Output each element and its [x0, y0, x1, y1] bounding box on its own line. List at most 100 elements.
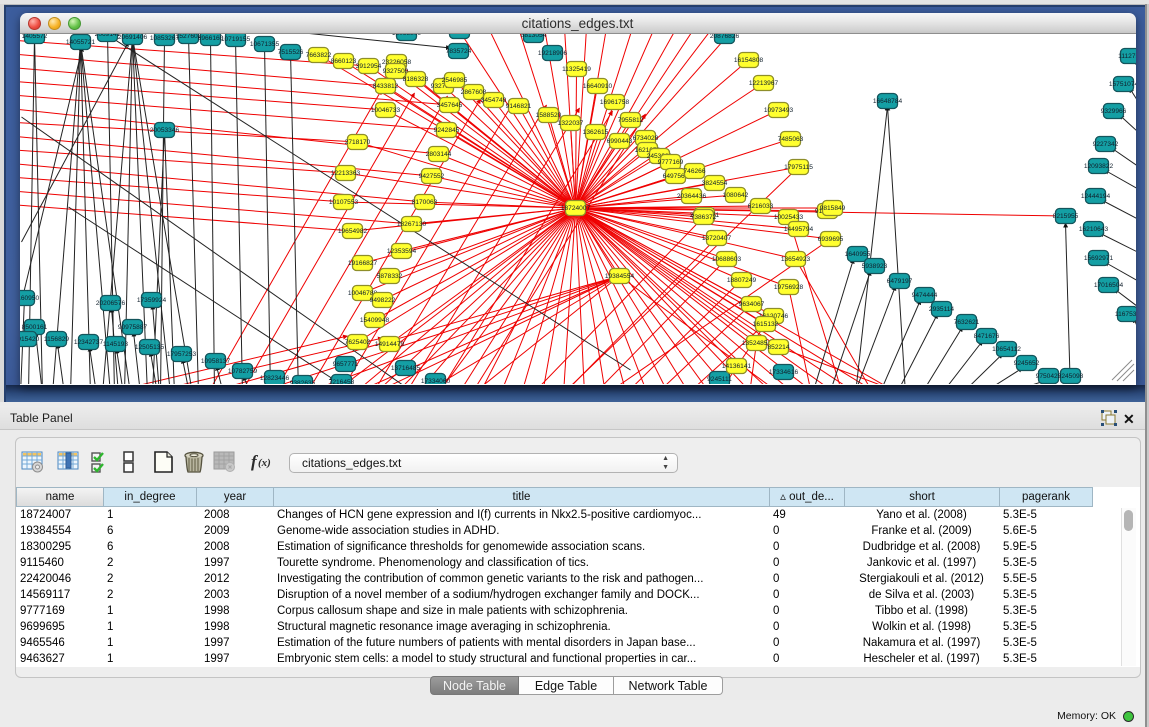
- svg-text:12823446: 12823446: [259, 375, 289, 382]
- svg-text:15692971: 15692971: [1083, 255, 1113, 262]
- svg-text:2546985: 2546985: [441, 77, 467, 84]
- svg-text:9329966: 9329966: [1100, 108, 1126, 115]
- svg-text:16154808: 16154808: [733, 57, 763, 64]
- svg-text:7485063: 7485063: [777, 136, 803, 143]
- svg-text:10782759: 10782759: [227, 368, 257, 375]
- svg-text:17334060: 17334060: [420, 378, 450, 384]
- svg-text:8215955: 8215955: [1052, 213, 1078, 220]
- svg-text:(x): (x): [258, 457, 271, 469]
- svg-text:12505135: 12505135: [134, 344, 164, 351]
- svg-text:13716485: 13716485: [390, 365, 420, 372]
- svg-text:8433812: 8433812: [372, 83, 398, 90]
- svg-text:20053346: 20053346: [149, 127, 179, 134]
- svg-text:9657771: 9657771: [332, 361, 358, 368]
- svg-text:10688603: 10688603: [711, 256, 741, 263]
- svg-text:12093822: 12093822: [1083, 163, 1113, 170]
- svg-text:8500161: 8500161: [21, 324, 47, 331]
- svg-text:20206576: 20206576: [95, 300, 125, 307]
- svg-text:1080642: 1080642: [722, 192, 748, 199]
- svg-text:7663822: 7663822: [305, 52, 331, 59]
- svg-text:7386372: 7386372: [690, 214, 716, 221]
- svg-text:6216033: 6216033: [747, 203, 773, 210]
- svg-text:1145193: 1145193: [102, 341, 128, 348]
- svg-text:7216458: 7216458: [328, 379, 354, 384]
- svg-text:1322037: 1322037: [557, 120, 583, 127]
- svg-text:19384554: 19384554: [604, 273, 634, 280]
- svg-text:19218906: 19218906: [537, 50, 567, 57]
- svg-text:6939695: 6939695: [817, 236, 843, 243]
- svg-text:1362615: 1362615: [582, 129, 608, 136]
- svg-text:20364436: 20364436: [676, 193, 706, 200]
- svg-text:10958137: 10958137: [200, 358, 230, 365]
- svg-text:9227342: 9227342: [1092, 141, 1118, 148]
- svg-text:10107553: 10107553: [328, 199, 358, 206]
- svg-text:2803144: 2803144: [425, 151, 451, 158]
- svg-text:5938923: 5938923: [861, 263, 887, 270]
- svg-text:12213967: 12213967: [748, 80, 778, 87]
- svg-text:10671355: 10671355: [249, 41, 279, 48]
- svg-text:19166827: 19166827: [347, 260, 377, 267]
- svg-text:5878332: 5878332: [376, 273, 402, 280]
- svg-text:9474444: 9474444: [911, 292, 937, 299]
- svg-text:19756928: 19756928: [773, 284, 803, 291]
- svg-text:3824554: 3824554: [701, 180, 727, 187]
- svg-text:9245111: 9245111: [707, 376, 732, 383]
- svg-text:16648784: 16648784: [872, 98, 902, 105]
- svg-text:13720407: 13720407: [701, 235, 731, 242]
- svg-text:8186328: 8186328: [402, 76, 428, 83]
- svg-text:2935114: 2935114: [928, 306, 954, 313]
- svg-text:3915420: 3915420: [20, 336, 40, 343]
- svg-text:15409948: 15409948: [359, 317, 389, 324]
- svg-text:20691406: 20691406: [117, 34, 147, 41]
- svg-text:6966160: 6966160: [197, 35, 223, 42]
- svg-text:16053809: 16053809: [391, 34, 421, 37]
- svg-text:1156829: 1156829: [43, 336, 69, 343]
- svg-text:2718170: 2718170: [344, 139, 370, 146]
- svg-text:7625402: 7625402: [344, 339, 370, 346]
- svg-text:16961758: 16961758: [599, 99, 629, 106]
- svg-text:6479197: 6479197: [886, 278, 912, 285]
- svg-text:3912954: 3912954: [355, 63, 381, 70]
- svg-text:14055721: 14055721: [65, 39, 95, 46]
- svg-text:9427552: 9427552: [418, 173, 444, 180]
- svg-text:9498222: 9498222: [369, 297, 395, 304]
- svg-text:10025433: 10025433: [773, 214, 803, 221]
- svg-text:9245098: 9245098: [1057, 373, 1083, 380]
- svg-text:12444194: 12444194: [1080, 193, 1110, 200]
- svg-text:9245652: 9245652: [1013, 360, 1039, 367]
- svg-text:9146821: 9146821: [505, 103, 531, 110]
- svg-text:7515526: 7515526: [277, 49, 303, 56]
- svg-text:15751074: 15751074: [1108, 81, 1135, 88]
- svg-text:19654982: 19654982: [337, 228, 367, 235]
- svg-text:8170063: 8170063: [411, 199, 437, 206]
- svg-text:12213363: 12213363: [330, 170, 360, 177]
- svg-text:8471676: 8471676: [973, 333, 999, 340]
- svg-text:10973493: 10973493: [763, 107, 793, 114]
- svg-text:13654923: 13654923: [780, 256, 810, 263]
- svg-text:6734028: 6734028: [632, 135, 658, 142]
- svg-text:26160950: 26160950: [20, 295, 39, 302]
- svg-text:18724007: 18724007: [560, 205, 590, 212]
- svg-text:14136141: 14136141: [721, 363, 751, 370]
- svg-text:17359924: 17359924: [136, 297, 166, 304]
- svg-text:10654112: 10654112: [992, 346, 1021, 353]
- svg-text:11325419: 11325419: [562, 66, 591, 73]
- svg-text:8411063: 8411063: [446, 34, 472, 35]
- svg-text:1167534: 1167534: [1114, 311, 1135, 318]
- svg-text:12353594: 12353594: [386, 248, 416, 255]
- svg-text:6990443: 6990443: [606, 138, 632, 145]
- svg-text:746266: 746266: [683, 168, 705, 175]
- svg-text:852214: 852214: [767, 344, 789, 351]
- svg-text:16640910: 16640910: [582, 83, 612, 90]
- svg-text:3454749: 3454749: [480, 97, 506, 104]
- svg-text:9327509: 9327509: [382, 68, 408, 75]
- svg-text:9815849: 9815849: [819, 205, 845, 212]
- svg-text:7632621: 7632621: [953, 319, 979, 326]
- svg-text:1640955: 1640955: [844, 251, 870, 258]
- svg-text:1588520: 1588520: [535, 112, 561, 119]
- svg-text:1615132: 1615132: [752, 321, 778, 328]
- svg-text:8813054: 8813054: [520, 34, 546, 39]
- svg-text:14914479: 14914479: [374, 341, 404, 348]
- svg-text:7835724: 7835724: [445, 48, 471, 55]
- svg-text:17334616: 17334616: [768, 369, 798, 376]
